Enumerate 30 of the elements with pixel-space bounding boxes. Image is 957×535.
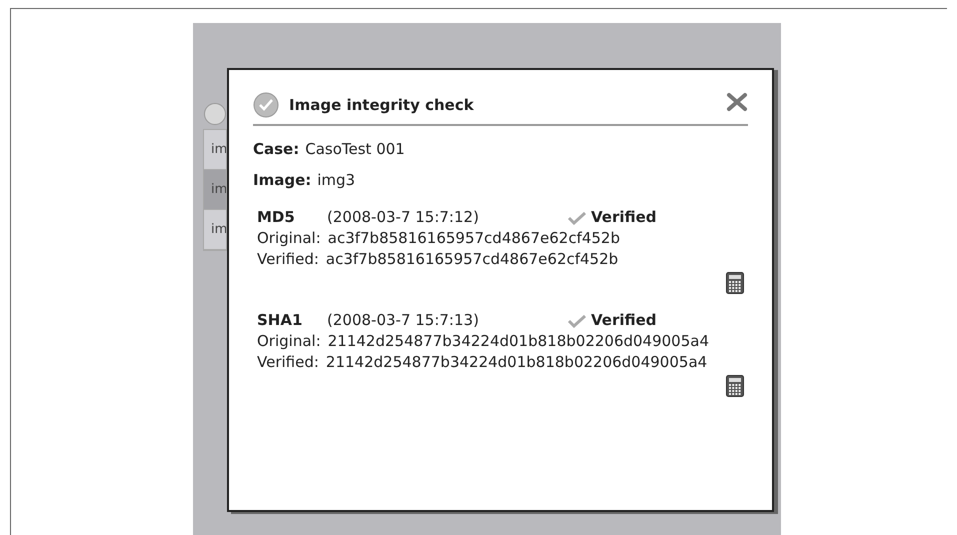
table-row[interactable]: im [204,130,226,170]
hash-timestamp: (2008-03-7 15:7:12) [327,207,480,228]
hash-timestamp: (2008-03-7 15:7:13) [327,310,480,331]
calculator-icon[interactable] [726,272,744,294]
round-icon [204,103,226,125]
hash-label: Original: [257,331,321,352]
row-text: im [211,180,226,199]
hash-label: Original: [257,228,321,249]
algorithm-name: MD5 [257,207,296,228]
hash-value: ac3f7b85816165957cd4867e62cf452b [328,228,620,249]
hash-value: 21142d254877b34224d01b818b02206d049005a4 [328,331,710,352]
row-text: im [211,140,226,159]
calculator-icon[interactable] [726,375,744,397]
hash-value: ac3f7b85816165957cd4867e62cf452b [326,249,618,270]
field-value: CasoTest 001 [305,139,405,160]
close-icon[interactable] [726,92,748,112]
dialog-title: Image integrity check [289,94,474,116]
field-value: img3 [317,170,356,190]
verified-status: Verified [591,207,657,228]
hash-value: 21142d254877b34224d01b818b02206d049005a4 [326,352,708,373]
check-circle-icon [253,92,279,118]
verified-status: Verified [591,310,657,331]
field-label: Case: [253,139,300,160]
table-row[interactable]: im [204,170,226,210]
algorithm-name: SHA1 [257,310,304,331]
field-label: Image: [253,170,312,190]
row-text: im [211,220,226,239]
hash-label: Verified: [257,249,319,270]
hash-label: Verified: [257,352,319,373]
table-row[interactable]: im [204,210,226,250]
